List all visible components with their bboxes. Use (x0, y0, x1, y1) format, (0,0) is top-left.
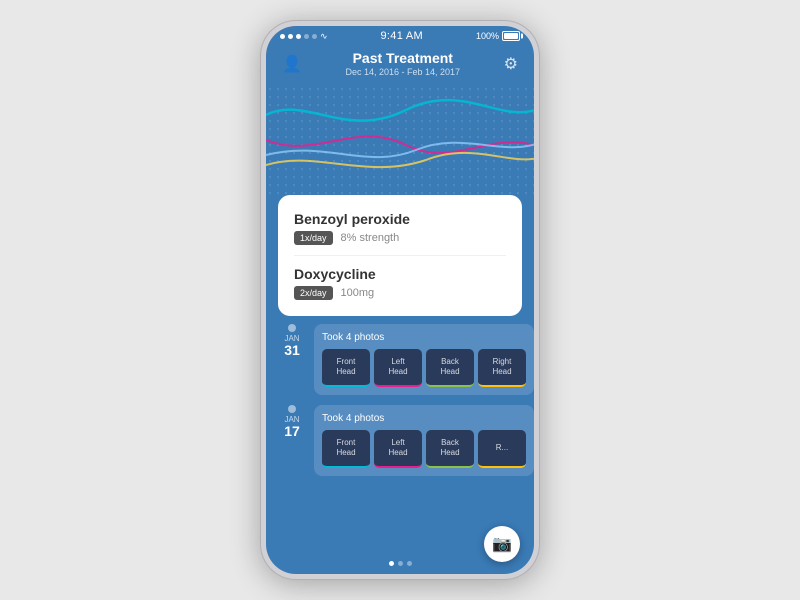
med-details-2: 2x/day 100mg (294, 286, 506, 300)
photo-count-1: Took 4 photos (322, 332, 526, 343)
photo-thumb-right-head-1[interactable]: RightHead (478, 349, 526, 387)
nav-dot-1[interactable] (389, 561, 394, 566)
photo-count-2: Took 4 photos (322, 413, 526, 424)
app-header: 👤 Past Treatment Dec 14, 2016 - Feb 14, … (266, 46, 534, 85)
timeline-date-1: JAN 31 (278, 324, 306, 357)
timeline-entry-1: JAN 31 Took 4 photos FrontHead LeftHead … (278, 324, 522, 395)
battery-percent: 100% (476, 31, 499, 41)
status-right: 100% (476, 31, 520, 41)
wave-chart (266, 85, 534, 195)
signal-dot-4 (304, 34, 309, 39)
timeline-card-1[interactable]: Took 4 photos FrontHead LeftHead BackHea… (314, 324, 534, 395)
photo-thumb-left-head-2[interactable]: LeftHead (374, 430, 422, 468)
phone-device: ∿ 9:41 AM 100% 👤 Past Treatment Dec 14, … (260, 20, 540, 580)
medication-item-1: Benzoyl peroxide 1x/day 8% strength (294, 207, 506, 249)
date-day-2: 17 (284, 424, 300, 438)
timeline-card-2[interactable]: Took 4 photos FrontHead LeftHead BackHea… (314, 405, 534, 476)
photo-thumbnails-2: FrontHead LeftHead BackHead R... (322, 430, 526, 468)
date-range: Dec 14, 2016 - Feb 14, 2017 (345, 67, 460, 77)
medication-item-2: Doxycycline 2x/day 100mg (294, 255, 506, 304)
status-bar: ∿ 9:41 AM 100% (266, 26, 534, 46)
signal-dot-5 (312, 34, 317, 39)
timeline-entry-2: JAN 17 Took 4 photos FrontHead LeftHead … (278, 405, 522, 476)
header-center: Past Treatment Dec 14, 2016 - Feb 14, 20… (345, 50, 460, 77)
med-name-2: Doxycycline (294, 266, 506, 282)
photo-thumbnails-1: FrontHead LeftHead BackHead RightHead (322, 349, 526, 387)
camera-icon: 📷 (492, 534, 512, 554)
date-day-1: 31 (284, 343, 300, 357)
photo-thumb-back-head-2[interactable]: BackHead (426, 430, 474, 468)
medication-card: Benzoyl peroxide 1x/day 8% strength Doxy… (278, 195, 522, 316)
med-name-1: Benzoyl peroxide (294, 211, 506, 227)
signal-dot-3 (296, 34, 301, 39)
gear-icon[interactable]: ⚙ (504, 54, 518, 74)
med-frequency-1: 1x/day (294, 231, 333, 245)
photo-thumb-back-head-1[interactable]: BackHead (426, 349, 474, 387)
wifi-icon: ∿ (320, 31, 328, 42)
bottom-nav (266, 561, 534, 566)
status-time: 9:41 AM (381, 30, 423, 42)
page-title: Past Treatment (345, 50, 460, 66)
med-frequency-2: 2x/day (294, 286, 333, 300)
nav-dot-2[interactable] (398, 561, 403, 566)
photo-thumb-left-head-1[interactable]: LeftHead (374, 349, 422, 387)
nav-dot-3[interactable] (407, 561, 412, 566)
camera-fab[interactable]: 📷 (484, 526, 520, 562)
wave-svg (266, 85, 534, 195)
med-detail-1: 8% strength (341, 232, 400, 244)
timeline-date-2: JAN 17 (278, 405, 306, 438)
battery-fill (504, 33, 518, 39)
signal-dots: ∿ (280, 31, 328, 42)
person-icon[interactable]: 👤 (282, 54, 302, 74)
timeline-area: JAN 31 Took 4 photos FrontHead LeftHead … (266, 324, 534, 544)
signal-dot-1 (280, 34, 285, 39)
photo-thumb-right-head-2[interactable]: R... (478, 430, 526, 468)
med-details-1: 1x/day 8% strength (294, 231, 506, 245)
photo-thumb-front-head-2[interactable]: FrontHead (322, 430, 370, 468)
timeline-dot-2 (288, 405, 296, 413)
timeline-dot-1 (288, 324, 296, 332)
med-detail-2: 100mg (341, 287, 375, 299)
photo-thumb-front-head-1[interactable]: FrontHead (322, 349, 370, 387)
signal-dot-2 (288, 34, 293, 39)
battery-icon (502, 31, 520, 41)
phone-screen: ∿ 9:41 AM 100% 👤 Past Treatment Dec 14, … (266, 26, 534, 574)
